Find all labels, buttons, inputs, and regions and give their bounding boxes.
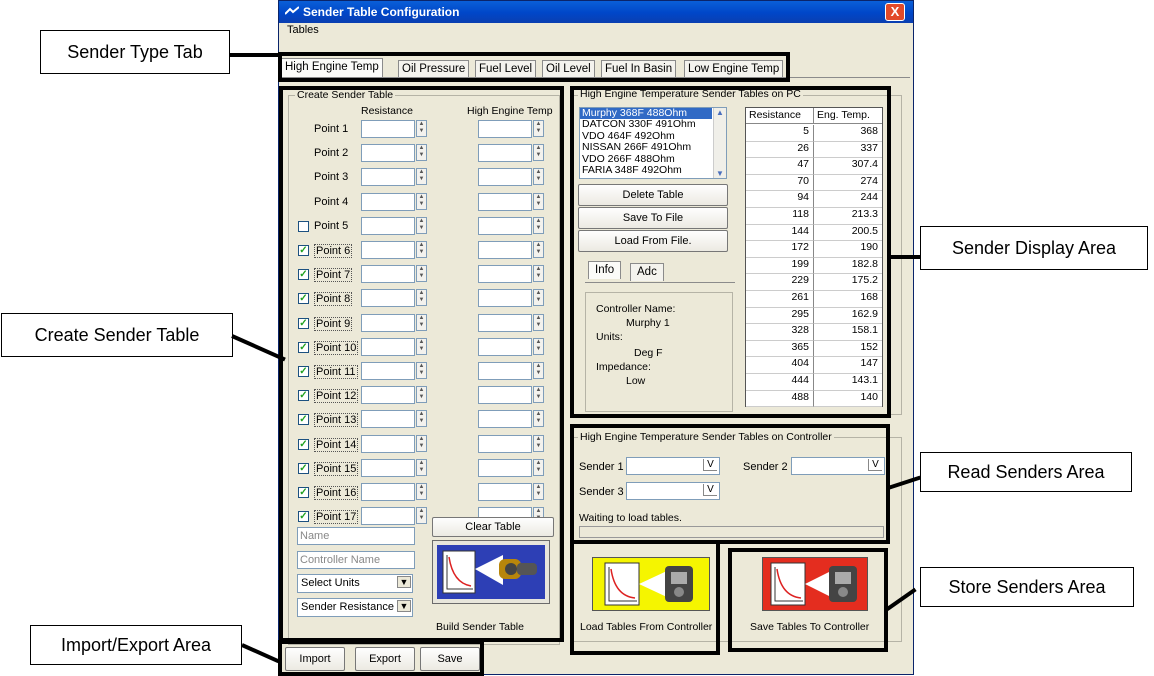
callout-create-sender-table: Create Sender Table — [1, 313, 233, 357]
leader-display — [889, 255, 921, 259]
leader-tabs — [230, 53, 280, 57]
highlight-read-senders — [570, 424, 890, 544]
close-button[interactable]: X — [885, 3, 905, 21]
highlight-create-table — [279, 86, 564, 642]
app-icon — [285, 6, 299, 15]
highlight-import-export — [278, 640, 484, 676]
callout-read-senders: Read Senders Area — [920, 452, 1132, 492]
callout-sender-type-tab: Sender Type Tab — [40, 30, 230, 74]
callout-sender-display: Sender Display Area — [920, 226, 1148, 270]
highlight-sender-display — [570, 86, 891, 418]
callout-store-senders: Store Senders Area — [920, 567, 1134, 607]
window-title: Sender Table Configuration — [303, 5, 460, 19]
leader-import — [241, 643, 280, 664]
title-bar[interactable]: Sender Table Configuration X — [279, 1, 913, 23]
highlight-tabs — [278, 52, 790, 82]
highlight-store-senders — [728, 548, 888, 652]
highlight-load-area — [570, 540, 720, 655]
menu-tables[interactable]: Tables — [287, 24, 319, 36]
menu-bar: Tables — [279, 23, 913, 37]
callout-import-export: Import/Export Area — [30, 625, 242, 665]
